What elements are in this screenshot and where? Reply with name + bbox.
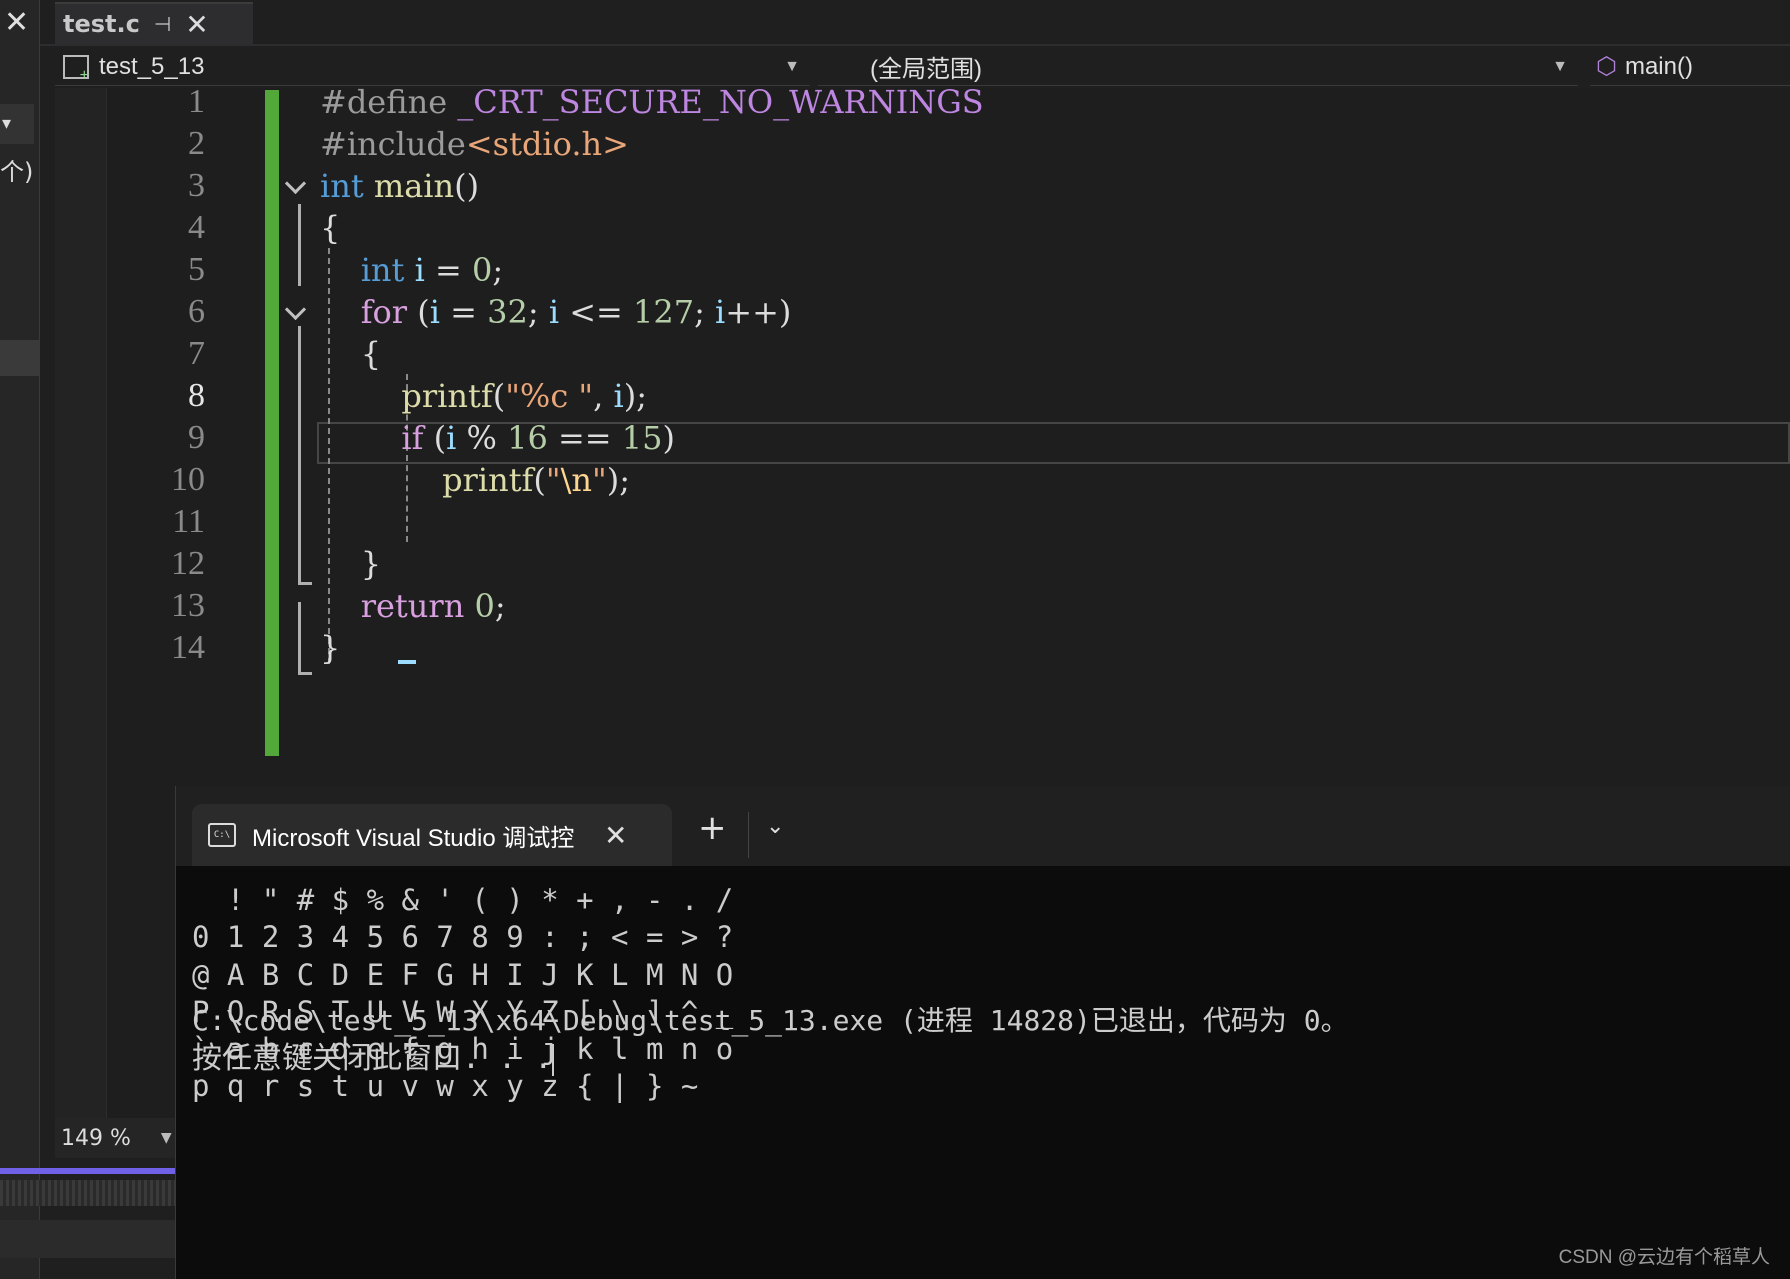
- line-number: 2: [188, 125, 205, 162]
- code-line-10: printf("\n");: [442, 461, 630, 499]
- terminal-tab-title: Microsoft Visual Studio 调试控: [252, 824, 575, 852]
- scope-name: (全局范围): [870, 56, 982, 83]
- output-line: @ A B C D E F G H I J K L M N O: [192, 957, 734, 992]
- output-line: ! " # $ % & ' ( ) * + , - . /: [192, 883, 734, 917]
- terminal-tab[interactable]: C:\ Microsoft Visual Studio 调试控 ✕: [192, 804, 672, 866]
- press-key-message: 按任意键关闭此窗口. . .: [192, 1041, 553, 1076]
- line-number: 6: [188, 293, 205, 330]
- panel-selected-item[interactable]: [0, 340, 40, 376]
- code-line-13: return 0;: [360, 587, 506, 625]
- chevron-down-icon: ▼: [160, 1130, 172, 1146]
- document-tab-bar: test.c ⊣ ✕: [40, 0, 1790, 46]
- project-name: test_5_13: [99, 52, 205, 80]
- outline-guide-end: [298, 582, 312, 585]
- bottom-panel-strip: [0, 1220, 175, 1258]
- watermark: CSDN @云边有个稻草人: [1558, 1247, 1770, 1268]
- code-line-4: {: [320, 209, 341, 247]
- tab-test-c[interactable]: test.c ⊣ ✕: [55, 2, 253, 44]
- close-icon[interactable]: ✕: [604, 819, 627, 852]
- close-icon[interactable]: ✕: [4, 8, 29, 38]
- tab-label: test.c: [63, 10, 140, 38]
- line-number: 14: [171, 629, 205, 666]
- code-line-5: int i = 0;: [360, 251, 504, 289]
- line-number: 9: [188, 419, 205, 456]
- line-number: 11: [172, 503, 205, 540]
- solution-panel-edge: ✕ ▾ 个): [0, 0, 40, 1279]
- chevron-down-icon[interactable]: ⌄: [766, 814, 784, 839]
- cube-icon: ⬡: [1596, 53, 1617, 80]
- line-number: 4: [188, 209, 205, 246]
- terminal-tab-bar: C:\ Microsoft Visual Studio 调试控 ✕ + ⌄: [176, 786, 1790, 866]
- code-line-9: if (i % 16 == 15): [401, 419, 675, 457]
- fold-toggle-main[interactable]: [284, 174, 308, 198]
- outline-guide-end: [298, 672, 312, 675]
- code-line-1: #define _CRT_SECURE_NO_WARNINGS: [320, 83, 984, 121]
- text-cursor: [552, 1043, 555, 1076]
- outline-guide: [298, 204, 301, 286]
- chevron-down-icon: ▾: [2, 113, 12, 134]
- splitter-grip[interactable]: [0, 1180, 175, 1206]
- status-accent-line: [0, 1168, 175, 1174]
- console-icon: C:\: [208, 823, 236, 847]
- code-line-6: for (i = 32; i <= 127; i++): [360, 293, 792, 331]
- press-key-message-row: 按任意键关闭此窗口. . .: [192, 1033, 555, 1077]
- panel-count-text: 个): [0, 158, 34, 186]
- zoom-level: 149 %: [61, 1125, 131, 1151]
- function-name: main(): [1624, 52, 1693, 80]
- code-line-7: {: [320, 335, 382, 373]
- chevron-down-icon: ▼: [1552, 57, 1568, 75]
- line-number: 5: [188, 251, 205, 288]
- outline-guide: [298, 326, 301, 584]
- output-line: 0 1 2 3 4 5 6 7 8 9 : ; < = > ?: [192, 920, 734, 955]
- line-number: 1: [188, 83, 205, 120]
- debug-console-window[interactable]: C:\ Microsoft Visual Studio 调试控 ✕ + ⌄ ! …: [175, 786, 1790, 1279]
- close-icon[interactable]: ✕: [185, 8, 208, 41]
- new-tab-icon[interactable]: +: [698, 808, 727, 848]
- code-line-12: }: [320, 545, 382, 583]
- change-tracking-bar: [265, 90, 279, 756]
- fold-toggle-for[interactable]: [284, 300, 308, 324]
- line-number: 7: [188, 335, 205, 372]
- project-icon: [63, 54, 89, 85]
- code-line-2: #include<stdio.h>: [320, 125, 629, 163]
- line-number: 3: [188, 167, 205, 204]
- code-line-3: int main(): [320, 167, 480, 205]
- project-dropdown[interactable]: test_5_13 ▼: [55, 48, 810, 86]
- pin-icon[interactable]: ⊣: [154, 12, 171, 36]
- function-dropdown[interactable]: ⬡ main(): [1590, 48, 1790, 86]
- outline-guide: [298, 602, 301, 674]
- line-number: 10: [171, 461, 205, 498]
- code-line-8: printf("%c ", i);: [401, 377, 647, 415]
- panel-dropdown[interactable]: ▾: [0, 104, 34, 144]
- brace-match-marker: [398, 660, 416, 664]
- chevron-down-icon: ▼: [784, 57, 800, 75]
- line-number: 12: [171, 545, 205, 582]
- line-number-current: 8: [188, 377, 205, 414]
- tab-separator: [748, 812, 749, 858]
- code-line-14: }: [320, 629, 341, 667]
- line-number: 13: [171, 587, 205, 624]
- scope-dropdown[interactable]: (全局范围) ▼: [818, 48, 1578, 86]
